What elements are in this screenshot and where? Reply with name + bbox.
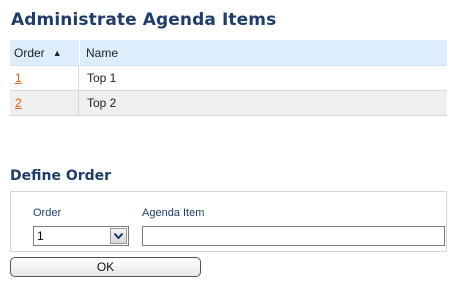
column-header-order[interactable]: Order ▲ [10,46,79,60]
page-title: Administrate Agenda Items [11,10,277,30]
order-select-value: 1 [37,229,44,243]
column-header-order-label: Order [14,45,45,60]
agenda-item-input[interactable] [142,226,445,246]
ok-button[interactable]: OK [10,257,201,277]
table-header: Order ▲ Name [10,40,447,66]
order-select[interactable]: 1 [33,226,129,246]
order-cell: 2 [10,91,79,115]
table-row: 2 Top 2 [10,91,447,116]
sort-ascending-icon: ▲ [52,47,62,58]
agenda-item-label: Agenda Item [142,207,205,219]
define-order-title: Define Order [10,168,112,184]
column-header-name[interactable]: Name [80,46,447,60]
name-cell: Top 1 [87,71,117,85]
order-link[interactable]: 2 [15,96,22,110]
order-label: Order [33,207,62,219]
define-order-form: Order Agenda Item 1 [10,191,447,252]
table-row: 1 Top 1 [10,66,447,91]
name-cell: Top 2 [87,96,117,110]
order-cell: 1 [10,66,79,90]
order-link[interactable]: 1 [15,71,22,85]
agenda-items-table: Order ▲ Name 1 Top 1 2 Top 2 [10,40,447,116]
chevron-down-icon[interactable] [110,228,127,244]
